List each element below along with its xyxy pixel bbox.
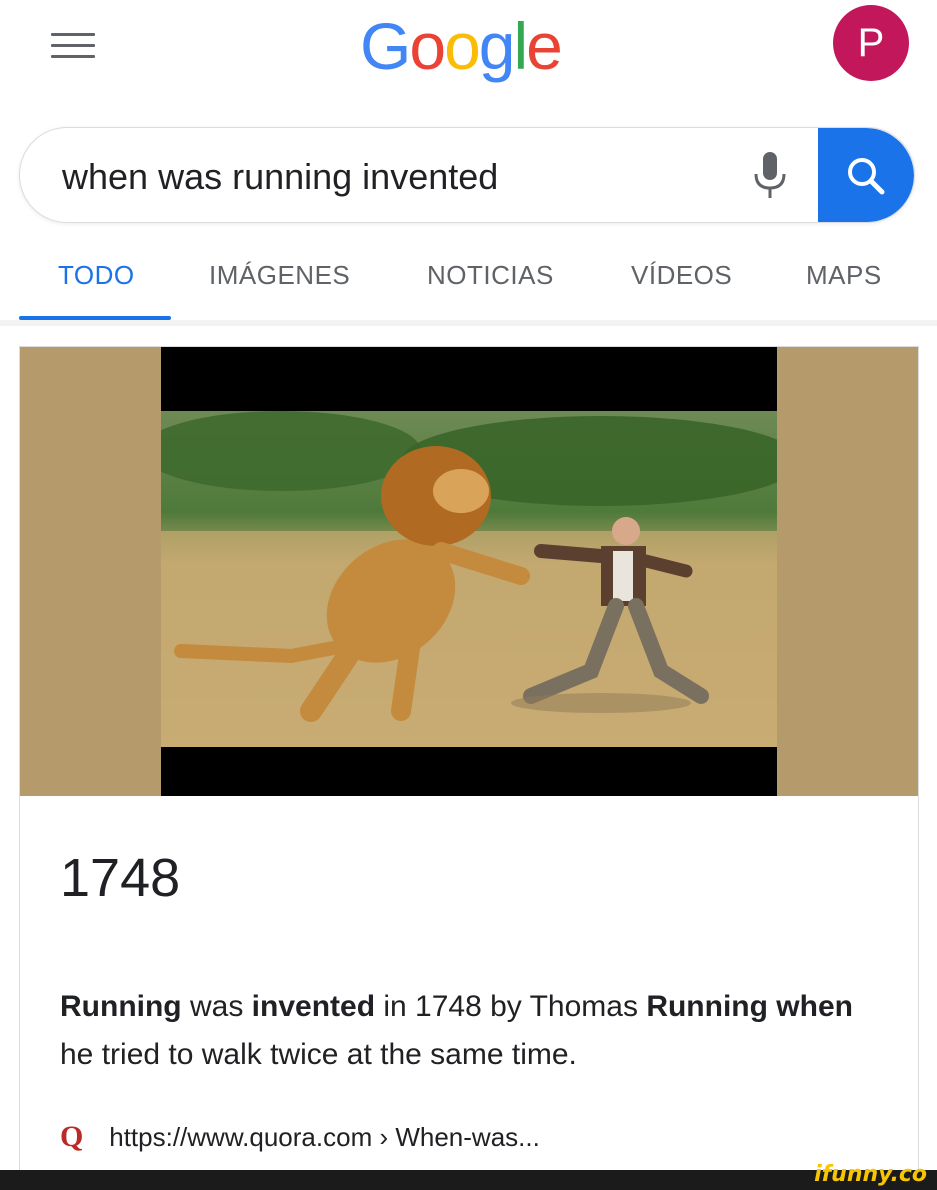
snippet-text: was bbox=[181, 990, 252, 1023]
account-avatar[interactable]: P bbox=[833, 5, 909, 81]
logo-letter: g bbox=[478, 9, 516, 83]
answer-year: 1748 bbox=[60, 848, 181, 908]
search-button[interactable] bbox=[818, 128, 914, 222]
search-input[interactable] bbox=[60, 128, 724, 222]
tab-imagenes[interactable]: IMÁGENES bbox=[209, 260, 350, 291]
source-link[interactable]: Q https://www.quora.com › When-was... bbox=[60, 1120, 540, 1154]
tab-videos[interactable]: VÍDEOS bbox=[631, 260, 732, 291]
featured-snippet-card: 1748 Running was invented in 1748 by Tho… bbox=[19, 346, 919, 1190]
hamburger-menu-icon[interactable] bbox=[51, 33, 95, 63]
google-logo[interactable]: Google bbox=[360, 8, 563, 84]
tab-todo[interactable]: TODO bbox=[58, 260, 135, 291]
watermark-bar: ifunny.co bbox=[0, 1162, 937, 1190]
snippet-highlight: Running bbox=[60, 990, 182, 1023]
snippet-highlight: when bbox=[776, 990, 853, 1023]
source-url[interactable]: https://www.quora.com › When-was... bbox=[109, 1122, 540, 1152]
tab-noticias[interactable]: NOTICIAS bbox=[427, 260, 554, 291]
logo-letter: G bbox=[360, 9, 411, 83]
logo-letter: o bbox=[409, 9, 446, 83]
logo-letter: o bbox=[444, 9, 481, 83]
snippet-highlight: invented bbox=[251, 990, 376, 1023]
search-tabs: TODO IMÁGENES NOTICIAS VÍDEOS MAPS bbox=[0, 240, 937, 320]
snippet-text: in 1748 by Thomas bbox=[375, 990, 647, 1023]
tabs-divider bbox=[0, 320, 937, 326]
ifunny-watermark: ifunny.co bbox=[814, 1162, 927, 1187]
video-thumbnail[interactable] bbox=[161, 347, 777, 796]
magnifier-icon bbox=[848, 158, 885, 195]
lion-chasing-man-image bbox=[161, 411, 777, 747]
logo-letter: l bbox=[513, 9, 529, 83]
quora-icon: Q bbox=[60, 1120, 84, 1153]
snippet-text: he tried to walk twice at the same time. bbox=[60, 1038, 577, 1071]
search-bar bbox=[19, 127, 915, 223]
answer-snippet: Running was invented in 1748 by Thomas R… bbox=[60, 983, 860, 1079]
logo-letter: e bbox=[526, 9, 563, 83]
microphone-icon[interactable] bbox=[748, 150, 792, 202]
media-panel[interactable] bbox=[20, 347, 918, 796]
tab-maps[interactable]: MAPS bbox=[806, 260, 882, 291]
snippet-highlight: Running bbox=[646, 990, 768, 1023]
